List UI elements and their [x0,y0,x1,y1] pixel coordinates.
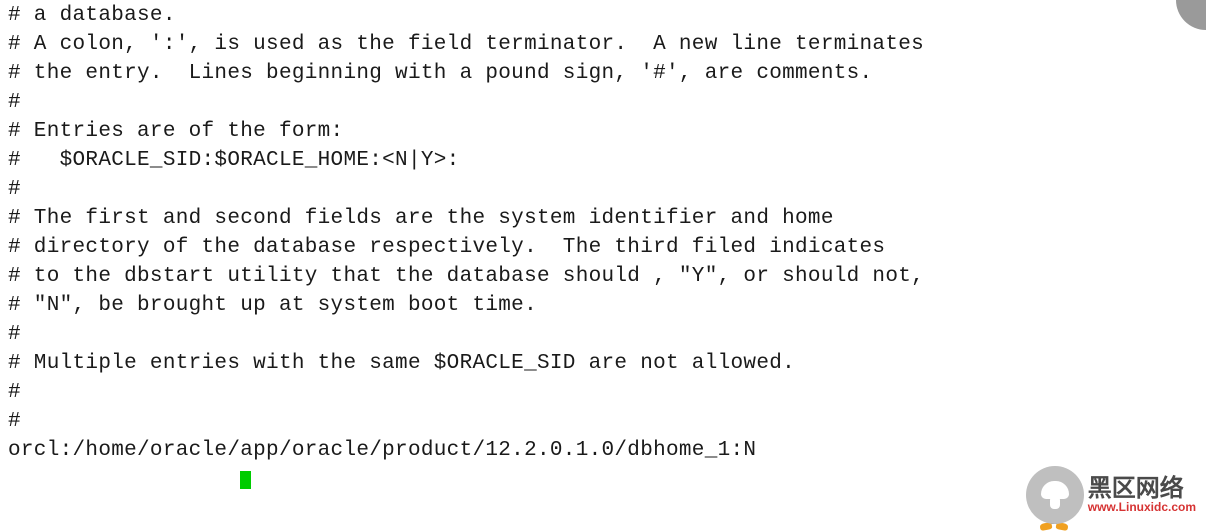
code-line: # $ORACLE_SID:$ORACLE_HOME:<N|Y>: [8,147,1206,176]
code-line: # directory of the database respectively… [8,234,1206,263]
code-line: orcl:/home/oracle/app/oracle/product/12.… [8,437,1206,466]
watermark: 黑区网络 www.Linuxidc.com [1026,466,1196,524]
watermark-logo-icon [1026,466,1084,524]
code-line: # [8,379,1206,408]
text-content: # a database. # A colon, ':', is used as… [8,2,1206,494]
code-line: # a database. [8,2,1206,31]
code-line: # [8,321,1206,350]
code-line: # "N", be brought up at system boot time… [8,292,1206,321]
code-line: # [8,408,1206,437]
code-line: # [8,89,1206,118]
code-line: # Multiple entries with the same $ORACLE… [8,350,1206,379]
code-line: # The first and second fields are the sy… [8,205,1206,234]
watermark-title: 黑区网络 [1088,477,1196,501]
watermark-url: www.Linuxidc.com [1088,501,1196,513]
code-line: # [8,176,1206,205]
code-line: # A colon, ':', is used as the field ter… [8,31,1206,60]
code-line: # to the dbstart utility that the databa… [8,263,1206,292]
code-line: # Entries are of the form: [8,118,1206,147]
code-line: # the entry. Lines beginning with a poun… [8,60,1206,89]
terminal-cursor [240,471,251,489]
